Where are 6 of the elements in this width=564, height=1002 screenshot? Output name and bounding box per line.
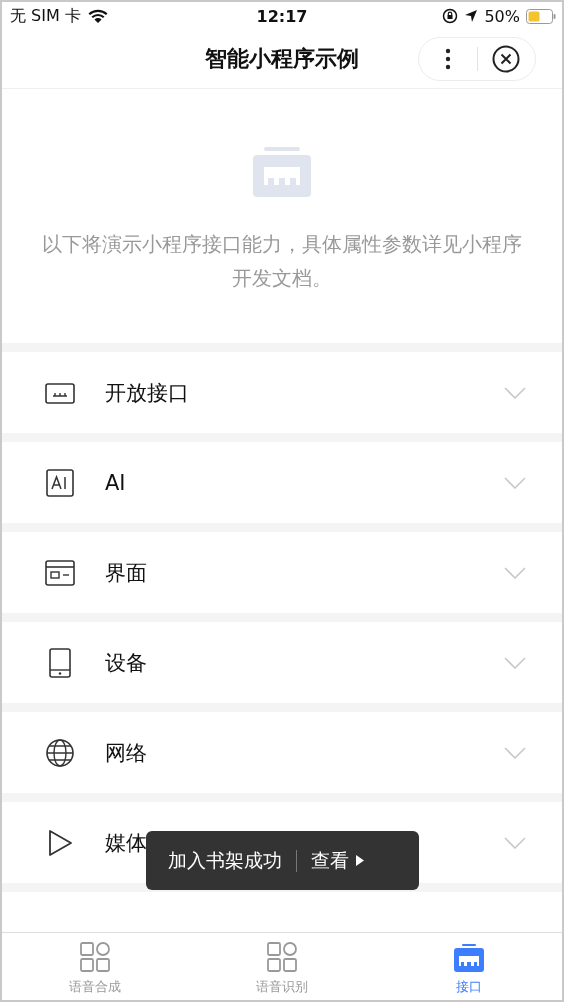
clock-time: 12:17 (256, 6, 308, 26)
battery-percent: 50% (484, 6, 520, 26)
page-title: 智能小程序示例 (205, 45, 359, 73)
carrier-label: 无 SIM 卡 (10, 5, 81, 27)
intro-text: 以下将演示小程序接口能力，具体属性参数详见小程序开发文档。 (41, 231, 523, 292)
toast-message: 加入书架成功 (168, 847, 282, 873)
